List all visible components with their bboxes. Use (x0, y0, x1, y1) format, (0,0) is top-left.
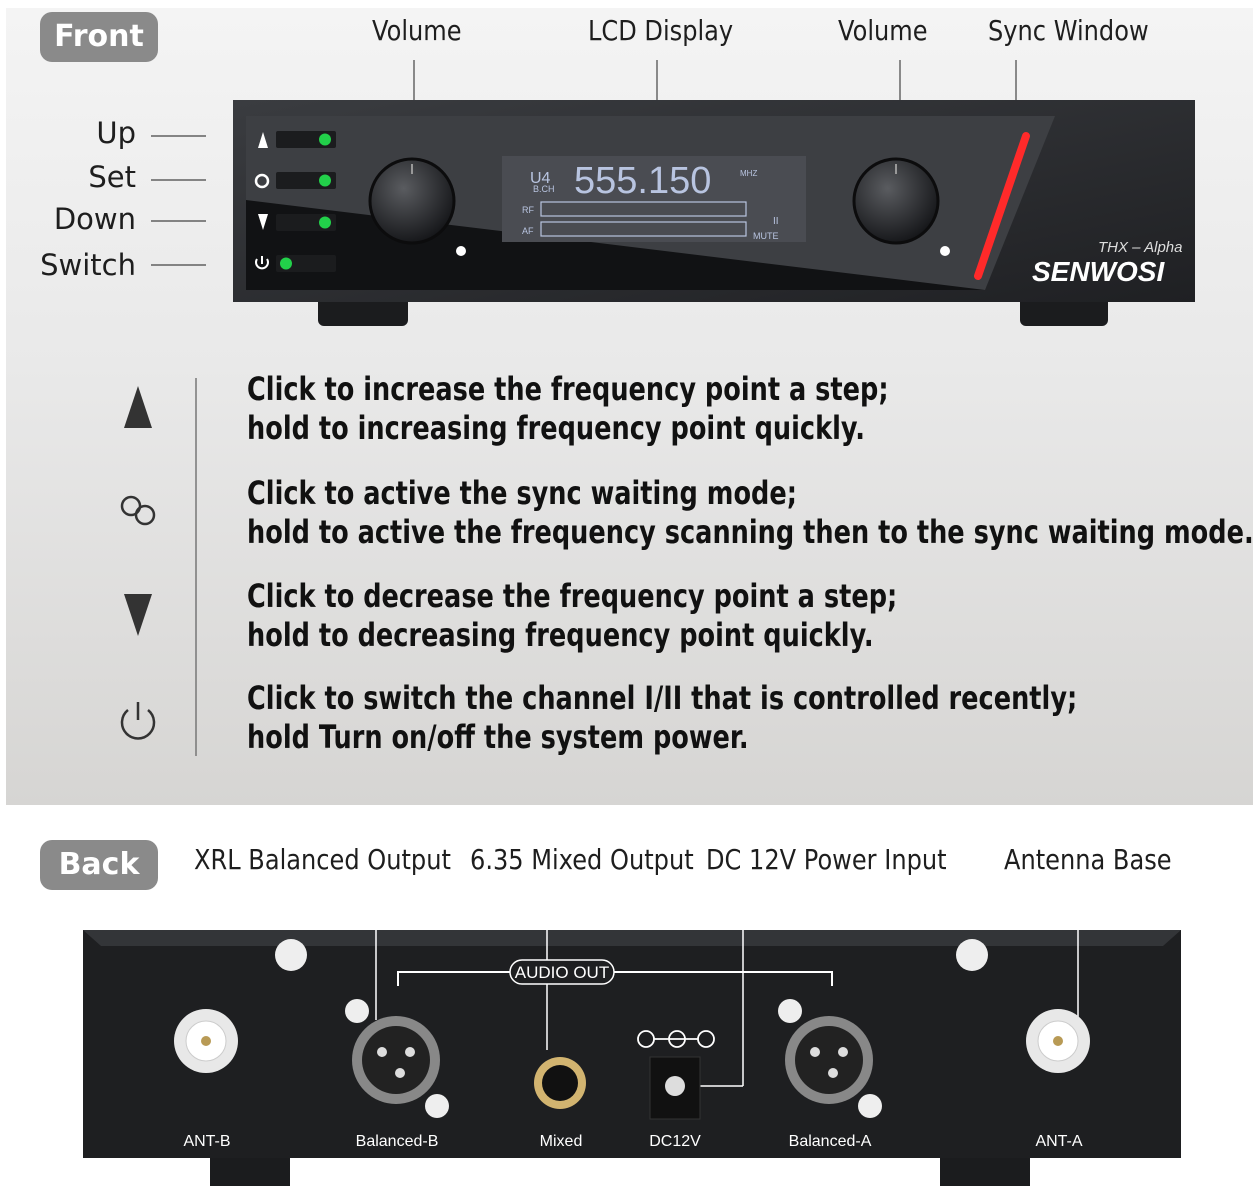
port-label-ant-a: ANT-A (1035, 1133, 1082, 1150)
mixed-jack[interactable] (534, 1057, 586, 1109)
description-down-line1: Click to decrease the frequency point a … (247, 577, 898, 615)
lcd-frequency: 555.150 (574, 160, 711, 202)
description-switch-line2: hold Turn on/off the system power. (247, 718, 749, 756)
lcd-mhz: MHZ (740, 169, 757, 178)
model-name: THX – Alpha (1098, 239, 1183, 256)
receiver-back-body (83, 930, 1181, 1158)
ant-b-connector[interactable] (174, 1009, 238, 1073)
gear-icon (120, 495, 156, 526)
description-up: Click to increase the frequency point a … (247, 370, 889, 448)
port-label-dc12v: DC12V (649, 1133, 701, 1150)
led-switch (280, 257, 292, 270)
description-up-line2: hold to increasing frequency point quick… (247, 409, 865, 447)
down-arrow-icon (124, 594, 152, 636)
lcd-mute: MUTE (753, 231, 779, 241)
back-device-illustration: AUDIO OUT ANT-B Balanced-B Mixed DC12V B… (83, 890, 1181, 1186)
port-label-balanced-a: Balanced-A (789, 1133, 872, 1150)
lcd-bch: B.CH (533, 184, 555, 194)
led-set (319, 174, 331, 187)
lcd-channel: II (773, 216, 779, 227)
port-label-ant-b: ANT-B (183, 1133, 230, 1150)
description-set-line2: hold to active the frequency scanning th… (247, 513, 1253, 551)
led-up (319, 133, 331, 146)
up-arrow-icon (124, 386, 152, 428)
description-down-line2: hold to decreasing frequency point quick… (247, 616, 874, 654)
ant-a-connector[interactable] (1026, 1009, 1090, 1073)
headphone-icon-right (940, 246, 950, 256)
brand-logo: SENWOSI (1032, 256, 1165, 287)
audio-out-label: AUDIO OUT (515, 963, 609, 982)
front-device-illustration: U4 B.CH 555.150 MHZ RF AF II MUTE THX – … (151, 60, 1195, 326)
lcd-af: AF (522, 226, 534, 236)
lcd-rf: RF (522, 205, 534, 215)
balanced-a-connector[interactable] (785, 1016, 873, 1104)
label-mixed-output: 6.35 Mixed Output (470, 843, 694, 876)
headphone-icon-left (456, 246, 466, 256)
screw-right (956, 939, 988, 971)
description-down: Click to decrease the frequency point a … (247, 577, 897, 655)
description-switch-line1: Click to switch the channel I/II that is… (247, 679, 1078, 717)
description-icons (120, 378, 197, 756)
port-label-balanced-b: Balanced-B (356, 1133, 439, 1150)
power-icon (120, 702, 156, 740)
led-down (319, 216, 331, 229)
screw-left (275, 939, 307, 971)
description-switch: Click to switch the channel I/II that is… (247, 679, 1077, 757)
description-set: Click to active the sync waiting mode; h… (247, 474, 1253, 552)
label-antenna-base: Antenna Base (1004, 843, 1172, 876)
dc12v-jack[interactable] (649, 1056, 701, 1120)
label-xrl-output: XRL Balanced Output (194, 843, 451, 876)
description-set-line1: Click to active the sync waiting mode; (247, 474, 797, 512)
description-up-line1: Click to increase the frequency point a … (247, 370, 889, 408)
port-label-mixed: Mixed (540, 1133, 583, 1150)
balanced-b-connector[interactable] (352, 1016, 440, 1104)
label-dc-power: DC 12V Power Input (706, 843, 947, 876)
